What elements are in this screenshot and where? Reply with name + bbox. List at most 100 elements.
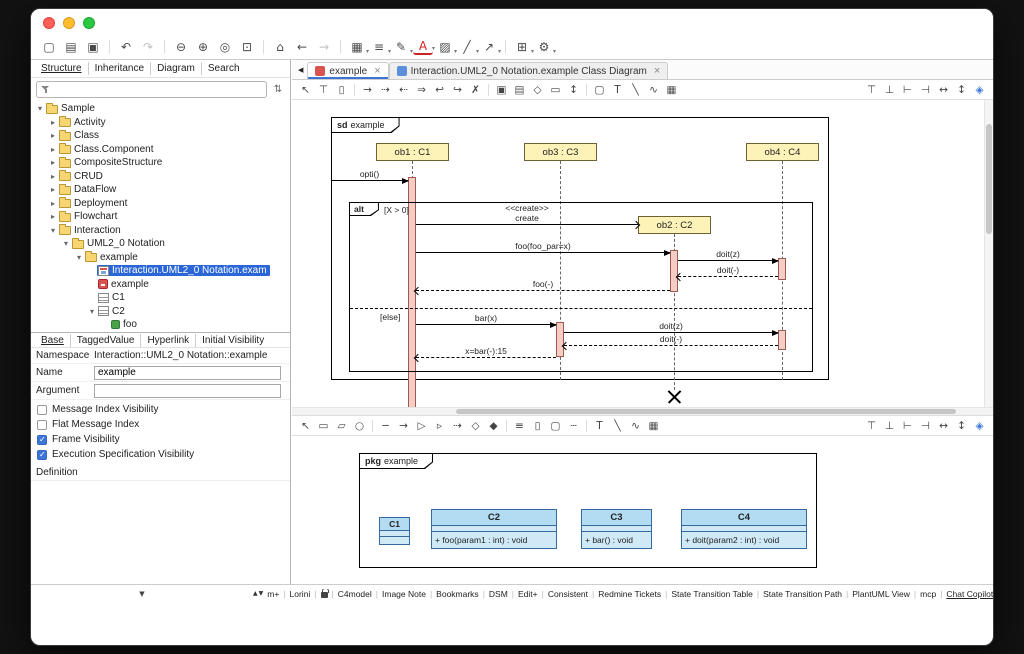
tab-structure[interactable]: Structure: [35, 62, 88, 75]
plugin-tab[interactable]: Edit+: [508, 589, 538, 599]
align-right-tool[interactable]: ⊣: [917, 82, 934, 98]
visibility-checkbox-row[interactable]: Flat Message Index: [31, 417, 290, 432]
line-tool[interactable]: ╲: [627, 82, 644, 98]
filter-icon[interactable]: [41, 85, 50, 94]
message-doit-2[interactable]: doit(z): [564, 332, 778, 333]
tree-filter-box[interactable]: [36, 81, 267, 98]
curve-tool[interactable]: ∿: [645, 82, 662, 98]
zoom-window-button[interactable]: [83, 17, 95, 29]
checkbox[interactable]: [37, 435, 47, 445]
distribute-h-tool[interactable]: ↔: [935, 418, 952, 434]
plugin-tab[interactable]: mcp: [910, 589, 936, 599]
nav-forward-icon[interactable]: →: [314, 38, 334, 56]
tab-inheritance[interactable]: Inheritance: [88, 62, 150, 75]
class-box-c2[interactable]: C2 + foo(param1 : int) : void: [431, 509, 557, 549]
message-foo-return[interactable]: foo(-): [416, 290, 670, 291]
image-tool[interactable]: ▦: [645, 418, 662, 434]
message-create[interactable]: <<create>>create: [416, 224, 638, 225]
close-tab-icon[interactable]: ×: [654, 65, 660, 77]
diagram-tool-icon[interactable]: [354, 84, 355, 96]
dependency-tool[interactable]: ⇢: [449, 418, 466, 434]
close-tab-icon[interactable]: ×: [374, 65, 380, 77]
instance-tool[interactable]: ▯: [529, 418, 546, 434]
align-top-tool[interactable]: ⊤: [863, 418, 880, 434]
nav-back-icon[interactable]: ←: [292, 38, 312, 56]
tree-item-crud[interactable]: CRUD: [31, 170, 290, 184]
anchor-tool[interactable]: ┄: [565, 418, 582, 434]
state-invariant-tool[interactable]: ◇: [529, 82, 546, 98]
message-opti[interactable]: opti(): [331, 180, 408, 181]
tree-item-dataflow[interactable]: DataFlow: [31, 183, 290, 197]
found-message-tool[interactable]: ↪: [449, 82, 466, 98]
distribute-h-tool[interactable]: ↔: [935, 82, 952, 98]
visibility-checkbox-row[interactable]: Frame Visibility: [31, 432, 290, 447]
lifeline-ob1-c1[interactable]: ob1 : C1: [376, 143, 449, 161]
auto-layout-tool[interactable]: ◈: [971, 82, 988, 98]
diagram-tool-icon[interactable]: [506, 420, 507, 432]
fill-color-icon[interactable]: ▨: [435, 38, 455, 56]
text-tool[interactable]: T: [591, 418, 608, 434]
distribute-v-tool[interactable]: ↕: [953, 82, 970, 98]
open-project-icon[interactable]: ▤: [61, 38, 81, 56]
scrollbar-thumb[interactable]: [456, 409, 956, 414]
tree-item-example-package[interactable]: example: [31, 251, 290, 265]
association-tool[interactable]: ─: [377, 418, 394, 434]
line-width-icon[interactable]: ╱: [457, 38, 477, 56]
tree-item-sequence-diagram[interactable]: Interaction.UML2_0 Notation.exam: [31, 264, 290, 278]
tree-item-c2[interactable]: C2: [31, 305, 290, 319]
text-tool[interactable]: T: [609, 82, 626, 98]
align-right-tool[interactable]: ⊣: [917, 418, 934, 434]
diagram-tool-icon[interactable]: [586, 84, 587, 96]
tree-item-deployment[interactable]: Deployment: [31, 197, 290, 211]
align-left-tool[interactable]: ⊢: [899, 82, 916, 98]
plugin-tab[interactable]: PlantUML View: [842, 589, 910, 599]
tree-item-interaction-example[interactable]: example: [31, 278, 290, 292]
tree-item-class-component[interactable]: Class.Component: [31, 143, 290, 157]
align-middle-tool[interactable]: ⊥: [881, 82, 898, 98]
save-icon[interactable]: ▣: [83, 38, 103, 56]
toolbar-icon[interactable]: [340, 40, 341, 54]
tree-item-c1[interactable]: C1: [31, 291, 290, 305]
tab-scroll-left-icon[interactable]: ◀: [294, 66, 307, 74]
settings-icon[interactable]: ⚙: [534, 38, 554, 56]
message-doit-2-return[interactable]: doit(-): [564, 345, 778, 346]
tab-search[interactable]: Search: [201, 62, 246, 75]
zoom-fit-icon[interactable]: ⊡: [237, 38, 257, 56]
plugin-tab[interactable]: Image Note: [372, 589, 426, 599]
note-tool[interactable]: ▢: [547, 418, 564, 434]
tab-taggedvalue[interactable]: TaggedValue: [70, 334, 141, 347]
tab-hyperlink[interactable]: Hyperlink: [140, 334, 195, 347]
chevron-right-icon[interactable]: [48, 172, 58, 181]
enumeration-tool[interactable]: ≡: [511, 418, 528, 434]
grid-icon[interactable]: ▦: [347, 38, 367, 56]
class-box-c4[interactable]: C4 + doit(param2 : int) : void: [681, 509, 807, 549]
distribute-v-tool[interactable]: ↕: [953, 418, 970, 434]
argument-input[interactable]: [94, 384, 281, 398]
class-box-c3[interactable]: C3 + bar() : void: [581, 509, 652, 549]
chevron-down-icon[interactable]: [61, 239, 71, 248]
interaction-use-tool[interactable]: ▤: [511, 82, 528, 98]
alignment-icon[interactable]: ⊞: [512, 38, 532, 56]
return-message-tool[interactable]: ⇠: [395, 82, 412, 98]
select-tool[interactable]: ↖: [297, 418, 314, 434]
editor-tab-class-diagram[interactable]: Interaction.UML2_0 Notation.example Clas…: [389, 62, 669, 79]
class-tool[interactable]: ▭: [315, 418, 332, 434]
name-input[interactable]: [94, 366, 281, 380]
sequence-diagram-canvas[interactable]: sdexample ob1 : C1 ob3 : C3 ob4 : C4 ob2…: [292, 100, 993, 408]
toolbar-icon[interactable]: [109, 40, 110, 54]
tree-item-class[interactable]: Class: [31, 129, 290, 143]
image-tool[interactable]: ▦: [663, 82, 680, 98]
message-doit-1-return[interactable]: doit(-): [678, 276, 778, 277]
visibility-checkbox-row[interactable]: Message Index Visibility: [31, 402, 290, 417]
auto-layout-tool[interactable]: ◈: [971, 418, 988, 434]
note-tool[interactable]: ▢: [591, 82, 608, 98]
chevron-down-icon[interactable]: [48, 226, 58, 235]
arrow-style-icon[interactable]: ↗: [479, 38, 499, 56]
horizontal-scrollbar[interactable]: [292, 408, 993, 416]
create-message-tool[interactable]: ⇒: [413, 82, 430, 98]
composition-tool[interactable]: ◆: [485, 418, 502, 434]
tree-item-compositestructure[interactable]: CompositeStructure: [31, 156, 290, 170]
plugin-tab[interactable]: State Transition Table: [661, 589, 753, 599]
tree-item-uml2-notation[interactable]: UML2_0 Notation: [31, 237, 290, 251]
plugin-tab[interactable]: Redmine Tickets: [588, 589, 661, 599]
